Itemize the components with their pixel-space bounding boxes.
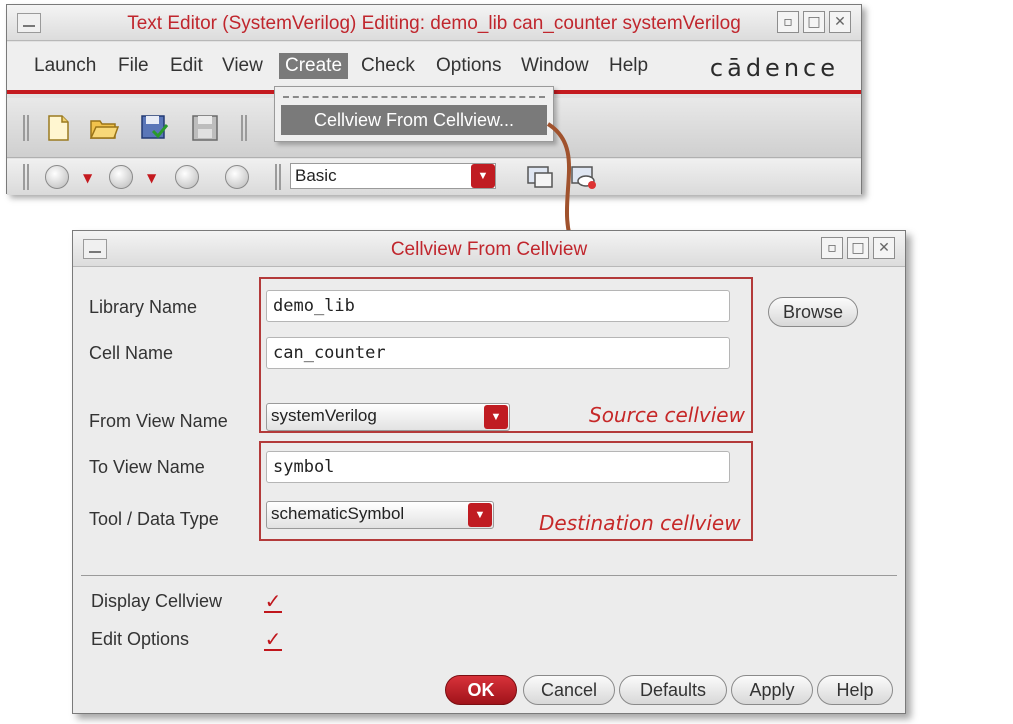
from-view-name-select[interactable]: systemVerilog ▼ — [266, 403, 510, 431]
display-cellview-label: Display Cellview — [91, 591, 223, 611]
cell-name-field[interactable]: can_counter — [266, 337, 730, 369]
apply-button[interactable]: Apply — [731, 675, 813, 705]
to-view-name-label: To View Name — [89, 457, 205, 477]
section-divider — [81, 575, 897, 576]
chevron-down-icon[interactable]: ▼ — [468, 503, 492, 527]
help-button[interactable]: Help — [817, 675, 893, 705]
source-annotation-label: Source cellview — [589, 403, 745, 427]
minimize-icon[interactable]: ▫ — [821, 237, 843, 259]
cancel-button[interactable]: Cancel — [523, 675, 615, 705]
from-view-name-label: From View Name — [89, 411, 228, 431]
from-view-name-value: systemVerilog — [271, 406, 377, 425]
browse-button[interactable]: Browse — [768, 297, 858, 327]
edit-options-label: Edit Options — [91, 629, 190, 649]
tool-data-type-value: schematicSymbol — [271, 504, 405, 523]
dialog-titlebar[interactable]: Cellview From Cellview ▫ □ ✕ — [73, 231, 905, 267]
defaults-button[interactable]: Defaults — [619, 675, 727, 705]
dialog-title: Cellview From Cellview — [390, 239, 588, 260]
close-icon[interactable]: ✕ — [873, 237, 895, 259]
to-view-name-field[interactable]: symbol — [266, 451, 730, 483]
display-cellview-checkbox[interactable]: ✓ — [264, 591, 282, 613]
edit-options-checkbox[interactable]: ✓ — [264, 629, 282, 651]
cellview-from-cellview-dialog: Cellview From Cellview ▫ □ ✕ Source cell… — [72, 230, 906, 714]
library-name-field[interactable]: demo_lib — [266, 290, 730, 322]
cell-name-label: Cell Name — [89, 343, 174, 363]
tool-data-type-label: Tool / Data Type — [89, 509, 219, 529]
maximize-icon[interactable]: □ — [847, 237, 869, 259]
ok-button[interactable]: OK — [445, 675, 517, 705]
library-name-label: Library Name — [89, 297, 198, 317]
chevron-down-icon[interactable]: ▼ — [484, 405, 508, 429]
destination-annotation-label: Destination cellview — [539, 511, 741, 535]
cell-name-value: can_counter — [273, 343, 386, 363]
library-name-value: demo_lib — [273, 296, 355, 316]
to-view-name-value: symbol — [273, 457, 335, 477]
tool-data-type-select[interactable]: schematicSymbol ▼ — [266, 501, 494, 529]
